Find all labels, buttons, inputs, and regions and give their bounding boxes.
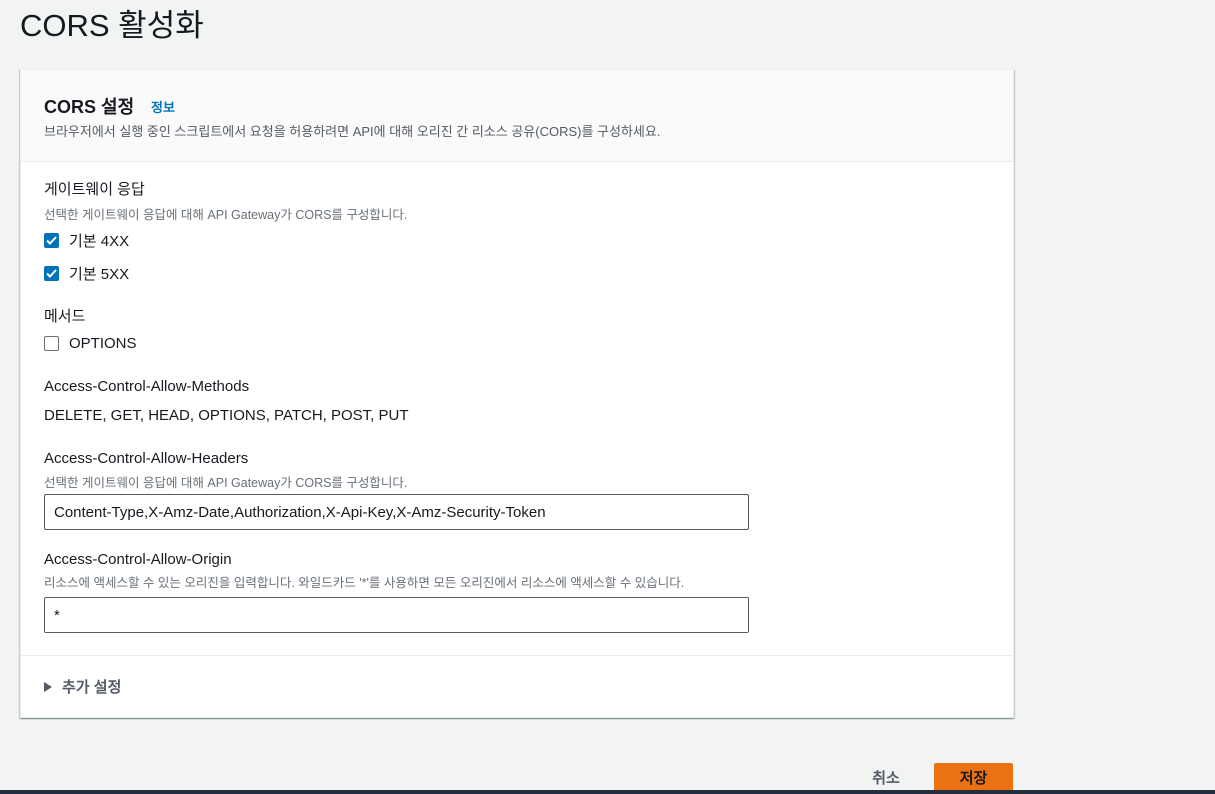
additional-settings-label: 추가 설정 bbox=[62, 679, 122, 696]
page-title: CORS 활성화 bbox=[20, 8, 204, 43]
info-link[interactable]: 정보 bbox=[151, 97, 175, 116]
caret-right-icon bbox=[44, 681, 52, 692]
checkbox-checked-icon[interactable] bbox=[44, 266, 59, 281]
allow-headers-input[interactable] bbox=[44, 494, 749, 530]
allow-methods-label: Access-Control-Allow-Methods bbox=[44, 378, 250, 395]
panel-title: CORS 설정 bbox=[44, 97, 135, 117]
checkbox-label: 기본 4XX bbox=[69, 233, 130, 250]
methods-label: 메서드 bbox=[44, 308, 86, 325]
gateway-responses-description: 선택한 게이트웨이 응답에 대해 API Gateway가 CORS를 구성합니… bbox=[44, 208, 408, 222]
bottom-bar bbox=[0, 790, 1215, 794]
checkbox-default-5xx[interactable]: 기본 5XX bbox=[44, 263, 129, 284]
checkbox-label: 기본 5XX bbox=[69, 266, 130, 283]
cors-settings-panel: CORS 설정 정보 브라우저에서 실행 중인 스크립트에서 요청을 허용하려면… bbox=[20, 69, 1014, 718]
allow-origin-input[interactable] bbox=[44, 597, 749, 633]
allow-origin-description: 리소스에 액세스할 수 있는 오리진을 입력합니다. 와일드카드 '*'를 사용… bbox=[44, 576, 685, 590]
allow-methods-value: DELETE, GET, HEAD, OPTIONS, PATCH, POST,… bbox=[44, 407, 409, 424]
allow-headers-label: Access-Control-Allow-Headers bbox=[44, 450, 249, 467]
panel-header: CORS 설정 정보 브라우저에서 실행 중인 스크립트에서 요청을 허용하려면… bbox=[21, 70, 1013, 162]
cancel-button[interactable]: 취소 bbox=[858, 766, 914, 792]
checkbox-unchecked-icon[interactable] bbox=[44, 336, 59, 351]
panel-description: 브라우저에서 실행 중인 스크립트에서 요청을 허용하려면 API에 대해 오리… bbox=[44, 124, 661, 139]
gateway-responses-label: 게이트웨이 응답 bbox=[44, 181, 145, 198]
divider bbox=[21, 655, 1013, 656]
checkbox-checked-icon[interactable] bbox=[44, 233, 59, 248]
allow-headers-description: 선택한 게이트웨이 응답에 대해 API Gateway가 CORS를 구성합니… bbox=[44, 476, 408, 490]
checkbox-options-method[interactable]: OPTIONS bbox=[44, 335, 137, 352]
checkbox-label: OPTIONS bbox=[69, 335, 137, 352]
allow-origin-label: Access-Control-Allow-Origin bbox=[44, 551, 232, 568]
checkbox-default-4xx[interactable]: 기본 4XX bbox=[44, 230, 129, 251]
additional-settings-expander[interactable]: 추가 설정 bbox=[44, 676, 121, 697]
